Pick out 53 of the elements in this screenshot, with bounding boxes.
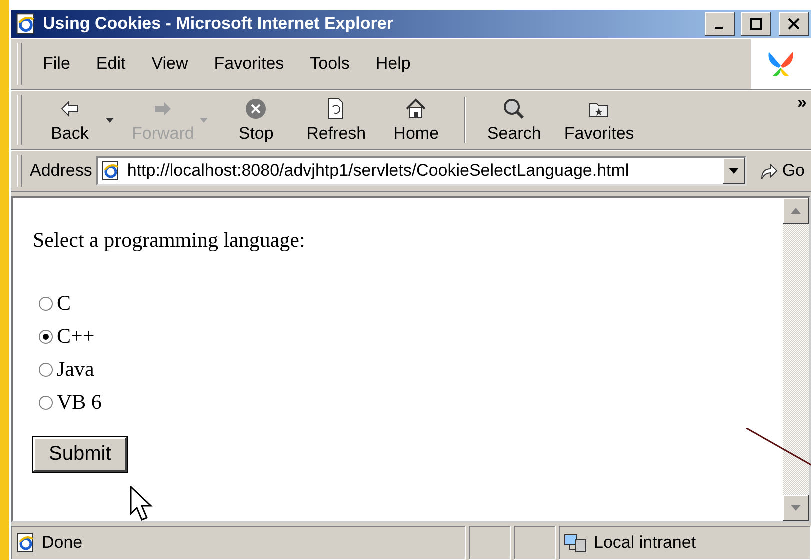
toolbar-button[interactable]: Back [30,96,110,144]
network-computer-icon [564,532,588,554]
toolbar-button[interactable]: Favorites [554,96,644,144]
minimize-button[interactable] [705,12,735,36]
stop-icon [244,96,268,120]
radio-button[interactable] [39,330,53,344]
toolbar-button[interactable]: Refresh [296,96,376,144]
close-button[interactable] [779,12,809,36]
toolbar-overflow[interactable]: » [794,91,811,115]
menu-item[interactable]: File [30,54,84,74]
toolbar-button[interactable]: Search [474,96,554,144]
radio-option[interactable]: C [33,287,763,320]
submit-button[interactable]: Submit [33,437,128,472]
go-button[interactable]: Go [747,161,811,181]
scrollbar[interactable] [783,198,809,521]
minimize-icon [714,27,722,29]
home-icon [404,96,428,120]
curved-arrow-icon [759,161,780,181]
status-text: Done [42,533,83,553]
status-pane [469,526,511,560]
up-arrow-icon [791,208,801,214]
zone-text: Local intranet [594,533,696,553]
dropdown-caret-icon[interactable] [106,118,114,122]
prompt-text: Select a programming language: [33,228,306,253]
scroll-up-button[interactable] [783,198,809,224]
browser-icon [16,533,36,553]
menu-item[interactable]: Favorites [201,54,298,74]
status-pane [514,526,556,560]
browser-icon [15,13,37,35]
browser-icon [101,161,122,181]
radio-button[interactable] [39,362,53,376]
address-field[interactable]: http://localhost:8080/advjhtp1/servlets/CookieSelectLanguage.html [96,156,748,186]
dropdown-button[interactable] [723,158,746,184]
toolbar-button[interactable]: Home [376,96,456,144]
caret-icon [729,168,740,174]
down-arrow-icon [791,505,801,511]
maximize-button[interactable] [741,12,771,36]
radio-button[interactable] [39,296,53,310]
radio-option[interactable]: Java [33,353,763,386]
radio-option[interactable]: VB 6 [33,386,763,419]
toolbar-button[interactable]: Stop [216,96,296,144]
scroll-down-button[interactable] [783,495,809,521]
maximize-icon [750,18,762,30]
address-label: Address [30,161,92,181]
menu-item[interactable]: Edit [83,54,139,74]
close-icon [788,18,800,30]
menu-item[interactable]: View [138,54,202,74]
menu-item[interactable]: Tools [297,54,363,74]
menu-item[interactable]: Help [362,54,424,74]
radio-button[interactable] [39,396,53,410]
search-icon [502,96,526,120]
radio-option[interactable]: C++ [33,320,763,353]
window-title: Using Cookies - Microsoft Internet Explorer [43,14,394,34]
